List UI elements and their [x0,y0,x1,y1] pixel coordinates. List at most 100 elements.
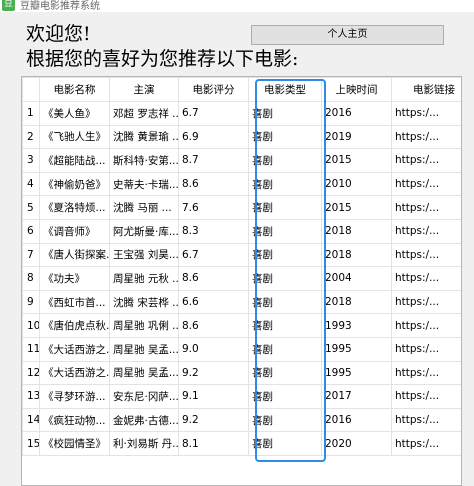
rating-cell[interactable]: 8.7 [178,148,249,173]
rating-cell[interactable]: 7.6 [178,195,249,220]
link-cell[interactable]: https:/... [391,242,461,268]
genre-cell[interactable]: 喜剧 [248,289,322,315]
movie-title-cell[interactable]: 《唐人街探案... [39,242,110,268]
row-index[interactable]: 9 [22,289,40,315]
movie-title-cell[interactable]: 《校园情圣》 [39,431,110,456]
row-index[interactable]: 2 [22,124,40,150]
row-index[interactable]: 8 [22,266,40,291]
table-row[interactable]: 11 《大话西游之... 周星驰 吴孟... 9.0 喜剧 1995 https:/... [22,336,461,362]
genre-cell[interactable]: 喜剧 [248,431,322,456]
genre-cell[interactable]: 喜剧 [248,195,322,220]
row-index[interactable]: 14 [22,407,40,433]
year-cell[interactable]: 2019 [321,124,392,150]
cast-cell[interactable]: 阿尤斯曼·库... [109,218,179,244]
cast-cell[interactable]: 安东尼·冈萨... [109,384,179,409]
genre-cell[interactable]: 喜剧 [248,313,322,338]
cast-cell[interactable]: 斯科特·安第... [109,148,179,173]
genre-cell[interactable]: 喜剧 [248,148,322,173]
movie-title-cell[interactable]: 《神偷奶爸》 [39,171,110,197]
cast-cell[interactable]: 沈腾 黄景瑜 ... [109,124,179,150]
cast-cell[interactable]: 周星驰 吴孟... [109,360,179,386]
table-row[interactable]: 4 《神偷奶爸》 史蒂夫·卡瑞... 8.6 喜剧 2010 https:/... [22,171,461,197]
table-row[interactable]: 1 《美人鱼》 邓超 罗志祥 ... 6.7 喜剧 2016 https:/... [22,101,461,126]
link-cell[interactable]: https:/... [391,384,461,409]
rating-cell[interactable]: 8.3 [178,218,249,244]
link-cell[interactable]: https:/... [391,171,461,197]
rating-cell[interactable]: 8.6 [178,171,249,197]
movie-title-cell[interactable]: 《调音师》 [39,218,110,244]
column-header-link[interactable]: 电影链接 [391,77,461,102]
movie-title-cell[interactable]: 《飞驰人生》 [39,124,110,150]
link-cell[interactable]: https:/... [391,266,461,291]
genre-cell[interactable]: 喜剧 [248,242,322,268]
row-index[interactable]: 10 [22,313,40,338]
rating-cell[interactable]: 8.6 [178,266,249,291]
link-cell[interactable]: https:/... [391,148,461,173]
genre-cell[interactable]: 喜剧 [248,407,322,433]
cast-cell[interactable]: 周星驰 吴孟... [109,336,179,362]
movie-title-cell[interactable]: 《唐伯虎点秋... [39,313,110,338]
table-row[interactable]: 3 《超能陆战... 斯科特·安第... 8.7 喜剧 2015 https:/... [22,148,461,173]
link-cell[interactable]: https:/... [391,101,461,126]
table-row[interactable]: 13 《寻梦环游... 安东尼·冈萨... 9.1 喜剧 2017 https:/... [22,384,461,409]
genre-cell[interactable]: 喜剧 [248,360,322,386]
cast-cell[interactable]: 沈腾 宋芸桦 ... [109,289,179,315]
column-header-year[interactable]: 上映时间 [321,77,392,102]
link-cell[interactable]: https:/... [391,124,461,150]
year-cell[interactable]: 1995 [321,336,392,362]
year-cell[interactable]: 2004 [321,266,392,291]
year-cell[interactable]: 2017 [321,384,392,409]
cast-cell[interactable]: 周星驰 元秋 ... [109,266,179,291]
cast-cell[interactable]: 金妮弗·古德... [109,407,179,433]
row-index[interactable]: 12 [22,360,40,386]
rating-cell[interactable]: 9.2 [178,407,249,433]
movie-title-cell[interactable]: 《疯狂动物... [39,407,110,433]
row-index[interactable]: 3 [22,148,40,173]
genre-cell[interactable]: 喜剧 [248,336,322,362]
rating-cell[interactable]: 6.6 [178,289,249,315]
row-index[interactable]: 4 [22,171,40,197]
year-cell[interactable]: 2018 [321,289,392,315]
movie-title-cell[interactable]: 《大话西游之... [39,360,110,386]
table-row[interactable]: 8 《功夫》 周星驰 元秋 ... 8.6 喜剧 2004 https:/... [22,266,461,291]
link-cell[interactable]: https:/... [391,195,461,220]
year-cell[interactable]: 2018 [321,242,392,268]
genre-cell[interactable]: 喜剧 [248,171,322,197]
cast-cell[interactable]: 王宝强 刘昊... [109,242,179,268]
rating-cell[interactable]: 9.0 [178,336,249,362]
genre-cell[interactable]: 喜剧 [248,124,322,150]
rating-cell[interactable]: 6.7 [178,101,249,126]
cast-cell[interactable]: 邓超 罗志祥 ... [109,101,179,126]
row-index[interactable]: 1 [22,101,40,126]
genre-cell[interactable]: 喜剧 [248,101,322,126]
year-cell[interactable]: 2016 [321,101,392,126]
column-header-genre[interactable]: 电影类型 [248,77,322,102]
table-row[interactable]: 12 《大话西游之... 周星驰 吴孟... 9.2 喜剧 1995 https:/... [22,360,461,386]
year-cell[interactable]: 2018 [321,218,392,244]
row-index[interactable]: 7 [22,242,40,268]
movie-title-cell[interactable]: 《西虹市首... [39,289,110,315]
column-header-rating[interactable]: 电影评分 [178,77,249,102]
row-index[interactable]: 15 [22,431,40,456]
row-index[interactable]: 6 [22,218,40,244]
cast-cell[interactable]: 沈腾 马丽 ... [109,195,179,220]
cast-cell[interactable]: 史蒂夫·卡瑞... [109,171,179,197]
cast-cell[interactable]: 周星驰 巩俐 ... [109,313,179,338]
rating-cell[interactable]: 6.7 [178,242,249,268]
movie-title-cell[interactable]: 《美人鱼》 [39,101,110,126]
table-row[interactable]: 2 《飞驰人生》 沈腾 黄景瑜 ... 6.9 喜剧 2019 https:/... [22,124,461,150]
link-cell[interactable]: https:/... [391,431,461,456]
link-cell[interactable]: https:/... [391,289,461,315]
genre-cell[interactable]: 喜剧 [248,384,322,409]
rating-cell[interactable]: 9.2 [178,360,249,386]
year-cell[interactable]: 2010 [321,171,392,197]
table-row[interactable]: 5 《夏洛特烦... 沈腾 马丽 ... 7.6 喜剧 2015 https:/... [22,195,461,220]
link-cell[interactable]: https:/... [391,360,461,386]
rating-cell[interactable]: 6.9 [178,124,249,150]
year-cell[interactable]: 1993 [321,313,392,338]
table-row[interactable]: 14 《疯狂动物... 金妮弗·古德... 9.2 喜剧 2016 https:/... [22,407,461,433]
year-cell[interactable]: 2020 [321,431,392,456]
row-index[interactable]: 13 [22,384,40,409]
year-cell[interactable]: 2015 [321,195,392,220]
link-cell[interactable]: https:/... [391,313,461,338]
